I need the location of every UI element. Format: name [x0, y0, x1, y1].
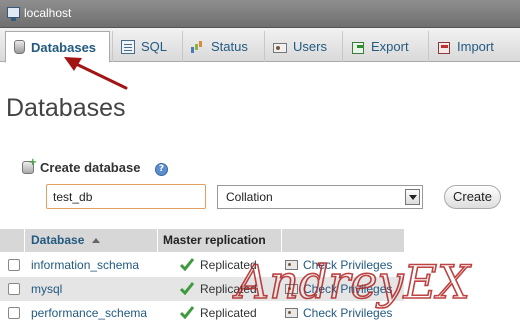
create-database-label: Create database	[40, 160, 141, 175]
table-row: mysql Replicated Check Privileges	[0, 277, 404, 301]
chevron-down-icon[interactable]	[405, 189, 420, 205]
sort-ascending-icon	[92, 238, 101, 243]
tab-users[interactable]: Users	[264, 31, 340, 62]
replication-status: Replicated	[200, 282, 257, 296]
row-checkbox[interactable]	[8, 307, 20, 319]
export-icon	[351, 40, 365, 54]
tab-label: Export	[371, 39, 409, 54]
database-name-link[interactable]: mysql	[31, 282, 62, 296]
status-icon	[191, 40, 205, 54]
database-icon	[14, 40, 25, 54]
check-privileges-link[interactable]: Check Privileges	[303, 258, 392, 272]
server-bar: localhost	[0, 0, 520, 28]
database-name-link[interactable]: information_schema	[31, 258, 139, 272]
table-row: performance_schema Replicated Check Priv…	[0, 301, 404, 320]
tab-label: Import	[457, 39, 494, 54]
table-header: Database Master replication	[0, 229, 404, 252]
collation-select[interactable]: Collation	[217, 185, 423, 209]
check-privileges-link[interactable]: Check Privileges	[303, 282, 392, 296]
tab-label: SQL	[141, 39, 168, 54]
privileges-icon	[285, 284, 298, 294]
checkmark-icon	[180, 258, 194, 271]
page-title: Databases	[6, 94, 126, 122]
tab-export[interactable]: Export	[342, 31, 426, 62]
privileges-icon	[285, 260, 298, 270]
replication-status: Replicated	[200, 258, 257, 272]
users-icon	[273, 42, 287, 53]
column-divider	[281, 229, 282, 252]
column-divider	[24, 229, 25, 252]
server-icon	[7, 7, 20, 21]
replication-status: Replicated	[200, 306, 257, 320]
privileges-icon	[285, 308, 298, 318]
database-name-link[interactable]: performance_schema	[31, 306, 147, 320]
import-icon	[437, 40, 451, 54]
row-checkbox[interactable]	[8, 259, 20, 271]
column-divider	[157, 229, 158, 252]
column-header-database[interactable]: Database	[31, 233, 101, 247]
collation-value: Collation	[226, 190, 273, 204]
create-database-icon	[22, 157, 37, 174]
server-name[interactable]: localhost	[24, 6, 71, 20]
tab-label: Databases	[31, 39, 97, 55]
column-header-replication: Master replication	[163, 233, 266, 247]
tab-status[interactable]: Status	[182, 31, 262, 62]
help-icon[interactable]: ?	[155, 163, 168, 176]
tab-label: Status	[211, 39, 248, 54]
checkmark-icon	[180, 282, 194, 295]
annotation-arrow	[64, 57, 128, 90]
check-privileges-link[interactable]: Check Privileges	[303, 306, 392, 320]
row-checkbox[interactable]	[8, 283, 20, 295]
checkmark-icon	[180, 306, 194, 319]
database-name-input[interactable]	[46, 184, 206, 209]
tab-import[interactable]: Import	[428, 31, 514, 62]
sql-icon	[121, 39, 135, 54]
create-button[interactable]: Create	[444, 185, 501, 209]
tab-label: Users	[293, 39, 327, 54]
table-row: information_schema Replicated Check Priv…	[0, 253, 404, 277]
